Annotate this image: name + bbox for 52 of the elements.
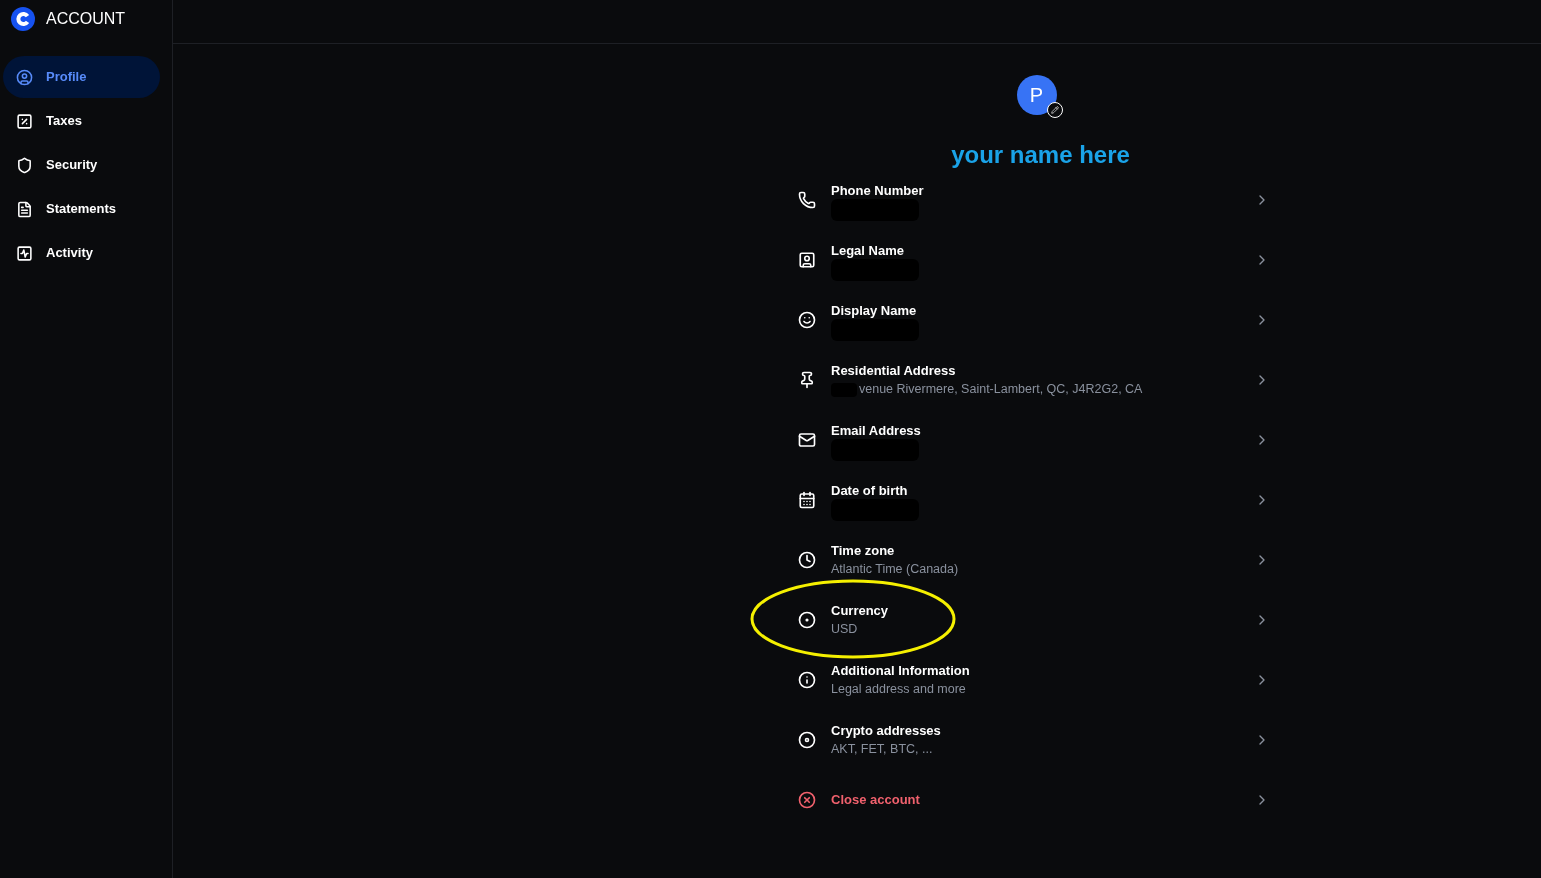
clock-icon [798,551,816,569]
row-title: Date of birth [831,482,909,501]
settings-row[interactable]: Time zone Atlantic Time (Canada) [794,530,1274,590]
sidebar-item[interactable]: Activity [3,232,160,274]
settings-row[interactable]: Date of birth [794,470,1274,530]
row-title: Phone Number [831,182,925,201]
settings-row[interactable]: Close account [794,770,1274,830]
logo-icon [11,7,35,31]
row-title: Display Name [831,302,918,321]
sidebar-item[interactable]: Profile [3,56,160,98]
calendar-icon [798,491,816,509]
envelope-icon [798,431,816,449]
settings-row[interactable]: Legal Name [794,230,1274,290]
row-title: Time zone [831,542,896,561]
row-value: AKT, FET, BTC, ... [831,741,933,759]
row-value: USD [831,621,858,639]
row-title: Close account [831,791,921,810]
settings-row[interactable]: Residential Address venue Rivermere, Saint-Lambert, QC, J4R2G2, CA [794,350,1274,410]
activity-chart-icon [16,244,33,262]
close-circle-icon [798,791,816,809]
settings-row[interactable]: Display Name [794,290,1274,350]
document-icon [16,200,33,218]
row-value: Legal address and more [831,681,966,699]
row-title: Email Address [831,422,922,441]
sidebar-item[interactable]: Taxes [3,100,160,142]
row-title: Additional Information [831,662,971,681]
phone-icon [798,191,816,209]
smiley-icon [798,311,816,329]
avatar[interactable]: P [1016,75,1057,115]
user-circle-icon [16,68,33,86]
id-card-icon [798,251,816,269]
info-icon [798,671,816,689]
row-title: Currency [831,602,890,621]
settings-row[interactable]: Phone Number [794,170,1274,230]
crypto-coin-icon [798,731,816,749]
pin-icon [798,371,816,389]
sidebar-item[interactable]: Security [3,144,160,186]
row-title: Crypto addresses [831,722,942,741]
row-value: venue Rivermere, Saint-Lambert, QC, J4R2G2, CA [859,381,1143,399]
settings-row[interactable]: Crypto addresses AKT, FET, BTC, ... [794,710,1274,770]
settings-row[interactable]: Currency USD [794,590,1274,650]
name-annotation: your name here [951,140,1130,170]
settings-row[interactable]: Additional Information Legal address and more [794,650,1274,710]
app-title: ACCOUNT [46,9,126,29]
percent-square-icon [16,112,33,130]
sidebar-item[interactable]: Statements [3,188,160,230]
coin-icon [798,611,816,629]
row-title: Legal Name [831,242,905,261]
settings-row[interactable]: Email Address [794,410,1274,470]
row-value: Atlantic Time (Canada) [831,561,959,579]
shield-icon [16,156,33,174]
row-title: Residential Address [831,362,957,381]
